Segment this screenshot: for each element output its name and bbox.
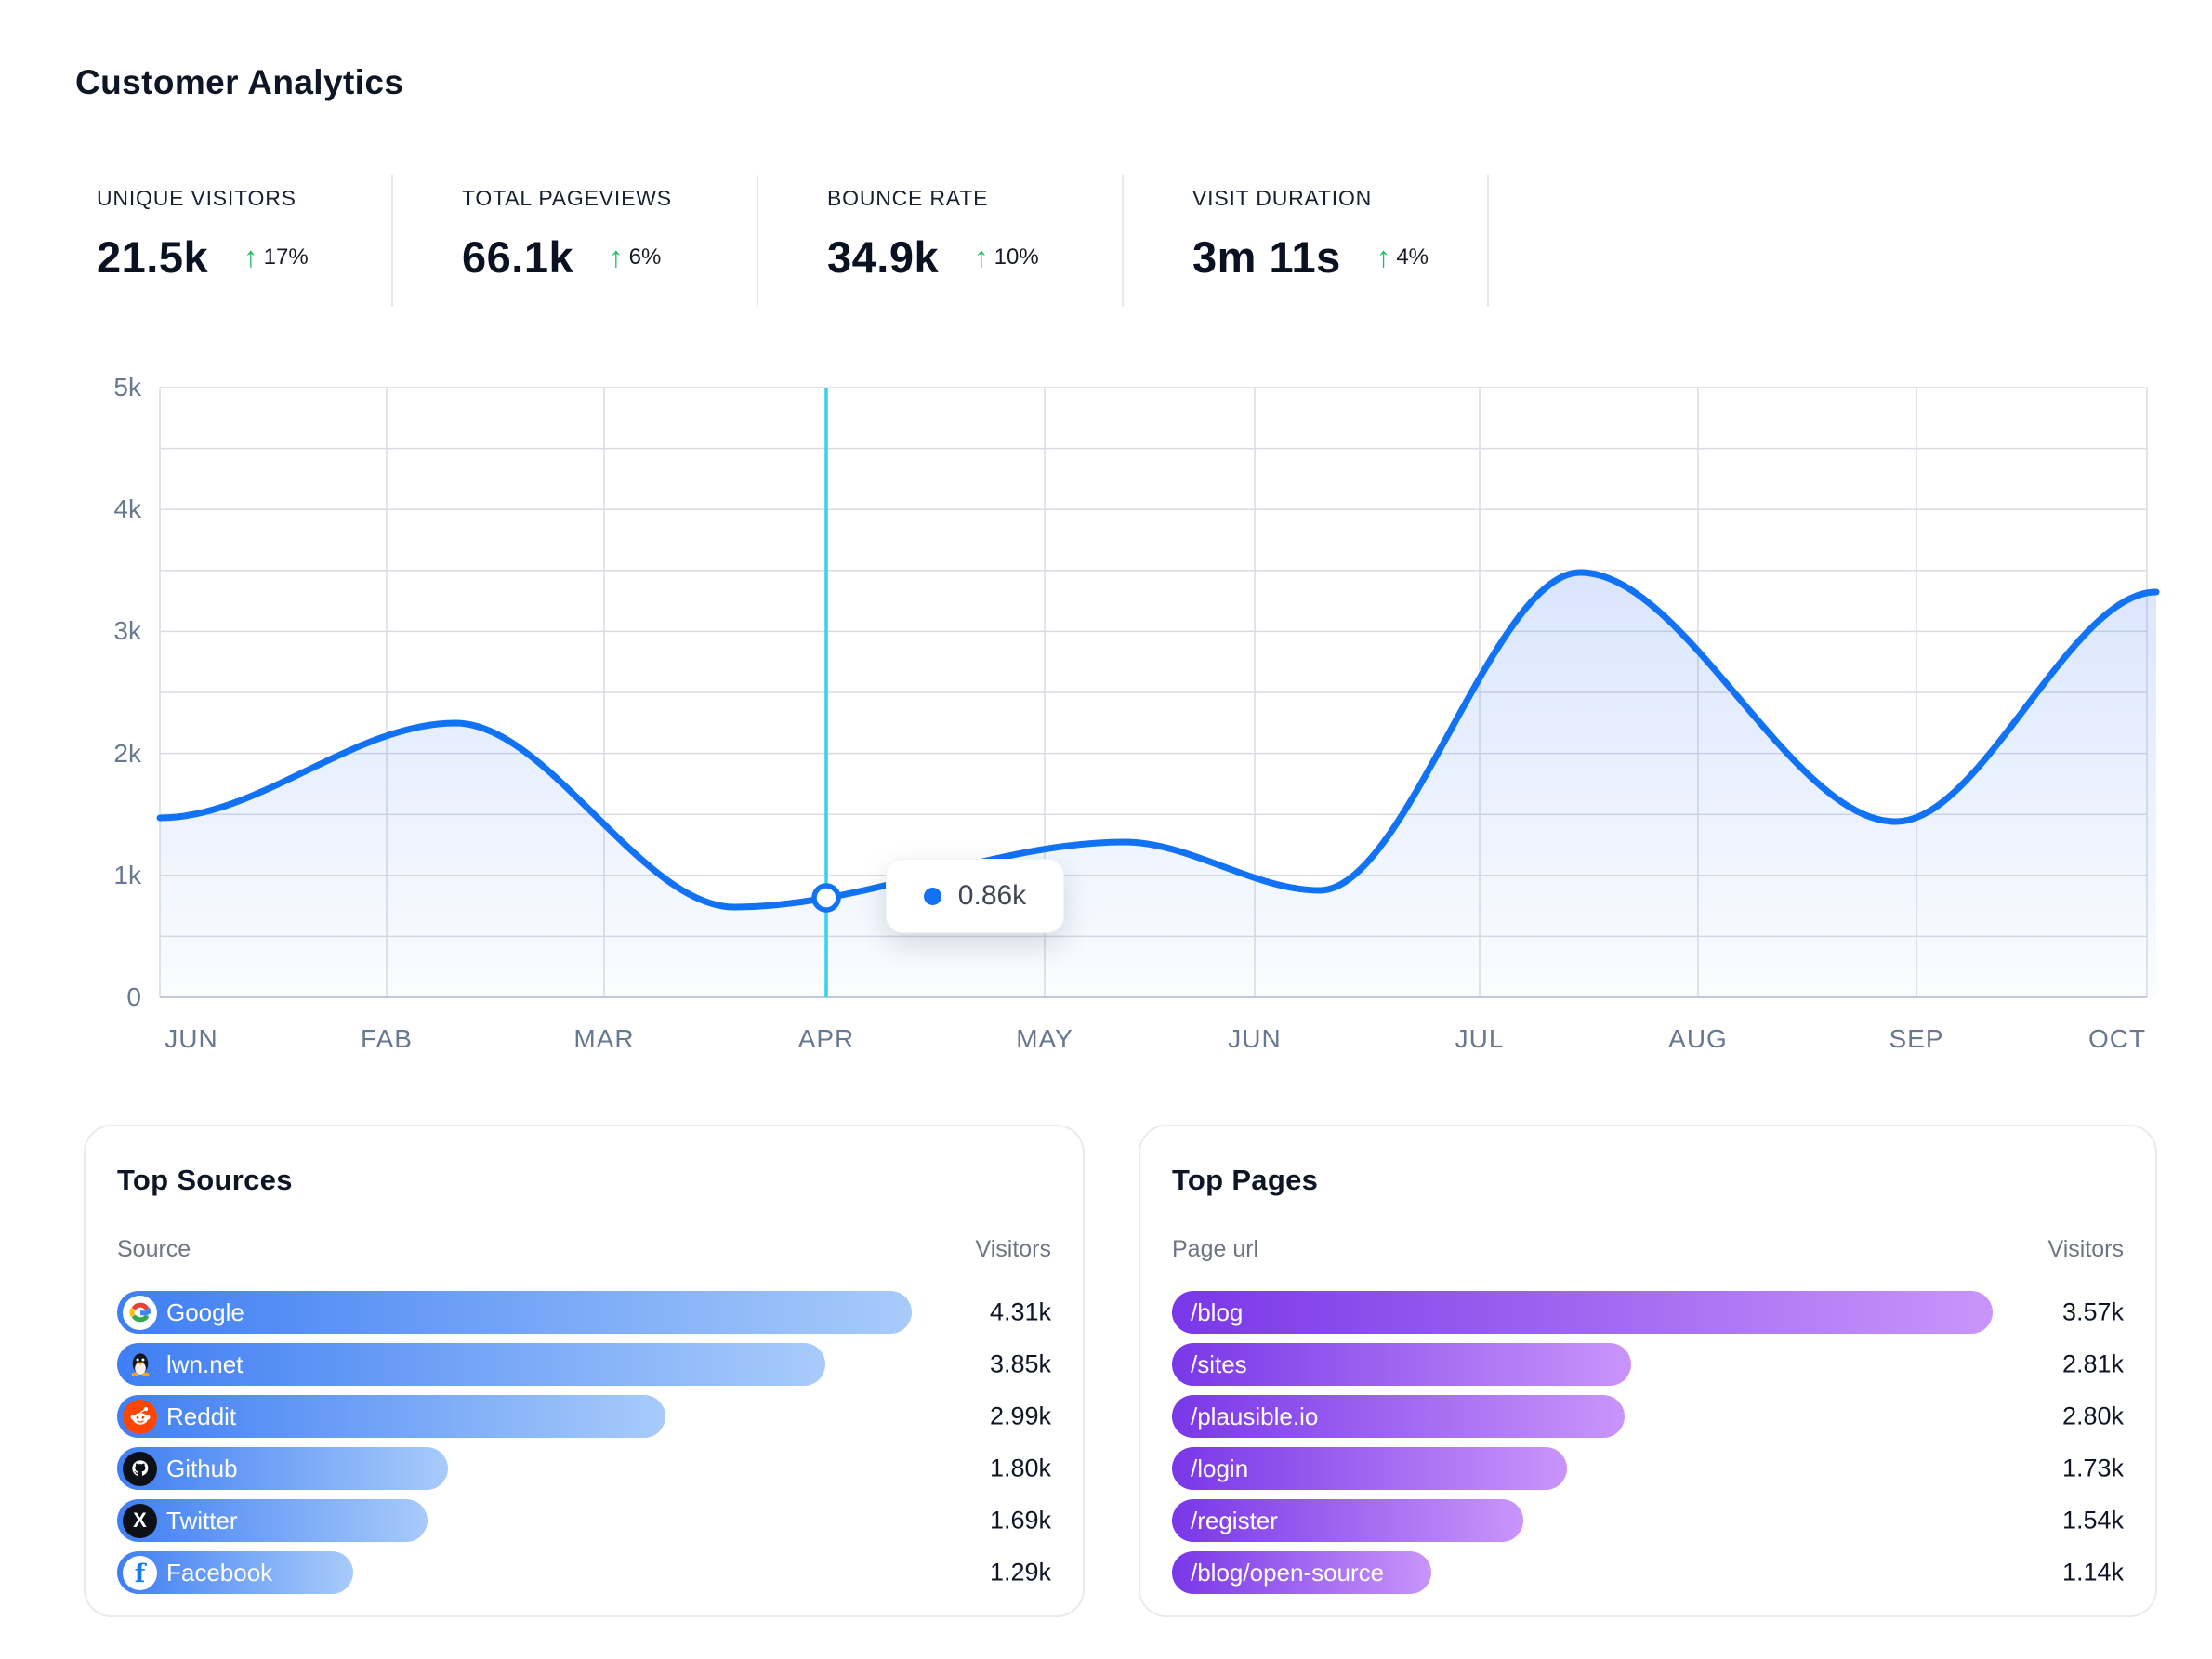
page-url-label: /login [1191,1454,1249,1482]
source-visitors: 4.31k [989,1297,1051,1326]
page-bar-blog[interactable]: /blog [1172,1291,1993,1334]
source-visitors: 2.99k [989,1402,1051,1430]
column-header-page-url: Page url [1172,1236,1259,1262]
source-bar-github[interactable]: Github [117,1447,448,1490]
table-row: lwn.net 3.85k [117,1343,1051,1386]
source-visitors: 1.29k [989,1558,1051,1587]
tux-penguin-icon [123,1348,157,1382]
table-row: /sites 2.81k [1172,1343,2124,1386]
x-tick: FAB [361,1024,413,1053]
source-label: lwn.net [166,1350,244,1378]
google-icon [123,1295,157,1330]
source-label: Facebook [166,1558,273,1587]
page-url-label: /sites [1191,1350,1247,1378]
page-visitors: 2.80k [2061,1402,2124,1430]
table-row: /blog/open-source 1.14k [1172,1551,2124,1594]
x-tick: OCT [2088,1024,2146,1053]
x-tick: MAY [1016,1024,1073,1053]
y-tick: 3k [113,616,142,645]
column-header-source: Source [117,1236,191,1262]
x-tick: AUG [1668,1024,1728,1053]
top-pages-card: Top Pages Page url Visitors /blog 3.57k … [1139,1125,2157,1617]
github-icon [123,1451,157,1486]
table-row: Google 4.31k [117,1291,1051,1334]
card-title: Top Sources [117,1164,293,1196]
source-visitors: 1.80k [989,1454,1051,1482]
source-label: Google [166,1297,244,1326]
x-tick: JUN [1228,1024,1281,1053]
source-label: Twitter [166,1506,238,1534]
hover-point-marker[interactable] [811,883,841,913]
twitter-x-icon: X [123,1503,157,1538]
page-visitors: 1.14k [2061,1558,2124,1587]
source-label: Reddit [166,1402,237,1430]
table-row: f Facebook 1.29k [117,1551,1051,1594]
page-url-label: /blog/open-source [1191,1558,1385,1587]
table-row: /blog 3.57k [1172,1291,2124,1334]
y-axis-labels: 5k 4k 3k 2k 1k 0 [113,373,142,1011]
x-tick: JUL [1455,1024,1505,1053]
source-bar-lwn[interactable]: lwn.net [117,1343,825,1386]
x-tick: MAR [573,1024,634,1053]
page-bar-plausible-io[interactable]: /plausible.io [1172,1395,1626,1438]
y-tick: 5k [113,373,142,402]
facebook-icon: f [123,1555,157,1590]
x-axis-labels: JUN FAB MAR APR MAY JUN JUL AUG SEP OCT [165,1024,2146,1053]
source-visitors: 3.85k [989,1350,1051,1378]
page-url-label: /register [1191,1506,1278,1534]
page-bar-sites[interactable]: /sites [1172,1343,1631,1386]
table-row: /plausible.io 2.80k [1172,1395,2124,1438]
tooltip-series-dot-icon [923,887,941,905]
table-row: X Twitter 1.69k [117,1499,1051,1542]
x-tick: JUN [165,1024,217,1053]
column-header-visitors: Visitors [975,1236,1051,1262]
source-bar-google[interactable]: Google [117,1291,913,1334]
page-bar-blog-open-source[interactable]: /blog/open-source [1172,1551,1431,1594]
y-tick: 4k [113,494,142,523]
x-tick: APR [798,1024,855,1053]
y-tick: 0 [126,982,141,1011]
x-tick: SEP [1889,1024,1943,1053]
visitors-area-chart[interactable]: 5k 4k 3k 2k 1k 0 JUN FAB MAR APR MAY JUN… [0,0,2212,1106]
page-url-label: /plausible.io [1191,1402,1319,1430]
top-sources-card: Top Sources Source Visitors Google 4.31k [84,1125,1085,1617]
source-bar-reddit[interactable]: Reddit [117,1395,665,1438]
table-row: Github 1.80k [117,1447,1051,1490]
page-visitors: 1.54k [2061,1506,2124,1534]
pages-rows: /blog 3.57k /sites 2.81k /plausible.io 2… [1172,1291,2124,1594]
page-bar-login[interactable]: /login [1172,1447,1567,1490]
sources-rows: Google 4.31k lwn.net 3.85k Reddit 2.99k … [117,1291,1051,1594]
table-row: /register 1.54k [1172,1499,2124,1542]
y-tick: 2k [113,739,142,768]
page-visitors: 3.57k [2061,1297,2124,1326]
page-visitors: 1.73k [2061,1454,2124,1482]
column-header-visitors: Visitors [2047,1236,2124,1262]
source-visitors: 1.69k [989,1506,1051,1534]
tooltip-value: 0.86k [957,880,1027,911]
page-bar-register[interactable]: /register [1172,1499,1523,1542]
page-visitors: 2.81k [2061,1350,2124,1378]
reddit-icon [123,1399,157,1434]
source-bar-twitter[interactable]: X Twitter [117,1499,428,1542]
source-label: Github [166,1454,238,1482]
source-bar-facebook[interactable]: f Facebook [117,1551,354,1594]
table-row: Reddit 2.99k [117,1395,1051,1438]
page-url-label: /blog [1191,1297,1244,1326]
chart-tooltip: 0.86k [886,859,1064,933]
y-tick: 1k [113,861,142,889]
table-row: /login 1.73k [1172,1447,2124,1490]
area-fill [160,573,2156,997]
card-title: Top Pages [1172,1164,1319,1196]
